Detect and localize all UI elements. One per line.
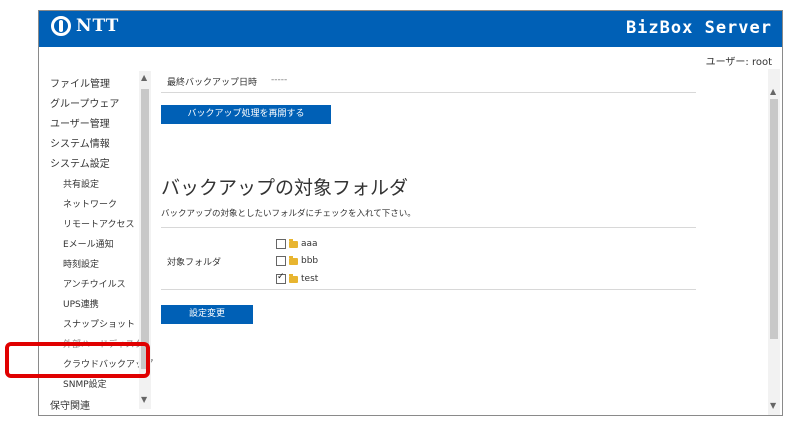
- highlight-box: [5, 342, 150, 378]
- main-scroll-thumb[interactable]: [770, 99, 778, 339]
- last-backup-value: -----: [271, 75, 288, 85]
- sidebar-item-maintenance[interactable]: 保守関連: [50, 397, 90, 412]
- scroll-down-icon[interactable]: ▼: [770, 401, 776, 410]
- scroll-up-icon[interactable]: ▲: [141, 73, 147, 82]
- sidebar-sub-remote-access[interactable]: リモートアクセス: [63, 217, 135, 230]
- sidebar-sub-share-settings[interactable]: 共有設定: [63, 177, 99, 190]
- folder-name: aaa: [301, 239, 318, 249]
- sidebar-item-system-info[interactable]: システム情報: [50, 135, 110, 150]
- target-folder-label: 対象フォルダ: [167, 258, 222, 268]
- divider: [161, 92, 696, 93]
- scroll-up-icon[interactable]: ▲: [770, 87, 776, 96]
- current-user: ユーザー: root: [705, 57, 772, 68]
- product-name: BizBox Server: [625, 18, 772, 38]
- sidebar-sub-network[interactable]: ネットワーク: [63, 197, 117, 210]
- sidebar-scroll-thumb[interactable]: [141, 89, 149, 369]
- ntt-logo-icon: [51, 16, 71, 36]
- last-backup-label: 最終バックアップ日時: [167, 78, 258, 88]
- ntt-logo: NTT: [51, 16, 119, 36]
- folder-row-aaa: aaa: [276, 238, 318, 249]
- folder-checkbox-aaa[interactable]: [276, 239, 286, 249]
- sidebar-sub-time-settings[interactable]: 時刻設定: [63, 257, 99, 270]
- sidebar-item-file-management[interactable]: ファイル管理: [50, 75, 110, 90]
- divider: [161, 227, 696, 228]
- main-scrollbar[interactable]: ▲ ▼: [768, 69, 780, 415]
- sidebar-item-system-settings[interactable]: システム設定: [50, 155, 110, 170]
- folder-checkbox-bbb[interactable]: [276, 256, 286, 266]
- folder-row-bbb: bbb: [276, 255, 319, 266]
- sidebar-sub-email-notify[interactable]: Eメール通知: [63, 237, 114, 250]
- folder-name: bbb: [301, 256, 319, 266]
- folder-checkbox-test[interactable]: [276, 272, 286, 284]
- sidebar-sub-snapshot[interactable]: スナップショット: [63, 317, 135, 330]
- sidebar-sub-snmp[interactable]: SNMP設定: [63, 377, 107, 390]
- folder-icon: [289, 238, 298, 248]
- scroll-down-icon[interactable]: ▼: [141, 395, 147, 404]
- section-description: バックアップの対象としたいフォルダにチェックを入れて下さい。: [161, 209, 416, 219]
- apply-settings-button[interactable]: 設定変更: [161, 305, 253, 324]
- folder-name: test: [301, 274, 319, 284]
- folder-row-test: test: [276, 272, 319, 284]
- sidebar-item-user-management[interactable]: ユーザー管理: [50, 115, 110, 130]
- folder-icon: [289, 255, 298, 265]
- sidebar-sub-antivirus[interactable]: アンチウイルス: [63, 277, 126, 290]
- resume-backup-button[interactable]: バックアップ処理を再開する: [161, 105, 331, 124]
- divider: [161, 289, 696, 290]
- sidebar-sub-ups[interactable]: UPS連携: [63, 297, 99, 310]
- app-header: NTT BizBox Server: [39, 11, 782, 47]
- section-title: バックアップの対象フォルダ: [161, 177, 409, 199]
- sidebar-item-groupware[interactable]: グループウェア: [50, 95, 119, 110]
- folder-icon: [289, 273, 298, 283]
- logo-text: NTT: [76, 16, 120, 36]
